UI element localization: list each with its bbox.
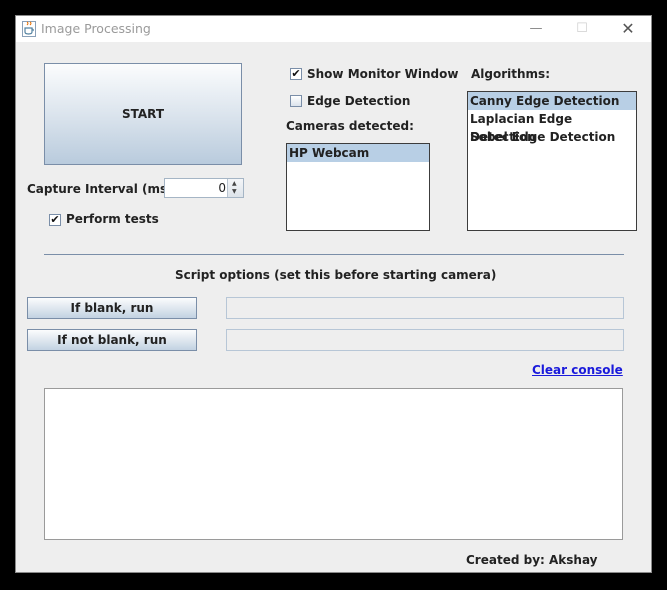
clear-console-link[interactable]: Clear console [532, 363, 623, 377]
algorithm-item[interactable]: Sobel Edge Detection [468, 128, 636, 146]
if-blank-button[interactable]: If blank, run [27, 297, 197, 319]
perform-tests-label: Perform tests [66, 212, 159, 226]
if-blank-field[interactable] [226, 297, 624, 319]
capture-interval-label: Capture Interval (ms): [27, 182, 178, 196]
maximize-icon[interactable]: ☐ [559, 16, 605, 42]
cameras-list[interactable]: HP Webcam [286, 143, 430, 231]
algorithms-list[interactable]: Canny Edge Detection Laplacian Edge Dete… [467, 91, 637, 231]
app-window: Image Processing — ☐ ✕ START Capture Int… [15, 15, 652, 573]
edge-detection-label: Edge Detection [307, 94, 411, 108]
java-icon [22, 21, 36, 37]
if-not-blank-field[interactable] [226, 329, 624, 351]
capture-interval-spinner[interactable]: 0 ▲ ▼ [164, 178, 244, 198]
spinner-arrows[interactable]: ▲ ▼ [227, 179, 243, 197]
console-output[interactable] [44, 388, 623, 540]
if-not-blank-button[interactable]: If not blank, run [27, 329, 197, 351]
capture-interval-value[interactable]: 0 [218, 181, 226, 195]
window-title: Image Processing [41, 21, 151, 36]
script-options-heading: Script options (set this before starting… [175, 268, 497, 282]
perform-tests-checkbox[interactable]: ✔ [49, 214, 61, 226]
show-monitor-checkbox[interactable]: ✔ [290, 68, 302, 80]
spinner-up-icon[interactable]: ▲ [232, 181, 237, 187]
separator [44, 254, 624, 255]
camera-item[interactable]: HP Webcam [287, 144, 429, 162]
title-bar[interactable]: Image Processing — ☐ ✕ [16, 16, 651, 42]
algorithms-label: Algorithms: [471, 67, 550, 81]
algorithm-item[interactable]: Laplacian Edge Detection [468, 110, 636, 144]
spinner-down-icon[interactable]: ▼ [232, 189, 237, 195]
close-icon[interactable]: ✕ [605, 16, 651, 42]
edge-detection-checkbox[interactable] [290, 95, 302, 107]
show-monitor-label: Show Monitor Window [307, 67, 459, 81]
start-button[interactable]: START [44, 63, 242, 165]
minimize-icon[interactable]: — [513, 16, 559, 42]
algorithm-item[interactable]: Canny Edge Detection [468, 92, 636, 110]
footer-credit: Created by: Akshay [466, 553, 598, 567]
cameras-label: Cameras detected: [286, 119, 414, 133]
